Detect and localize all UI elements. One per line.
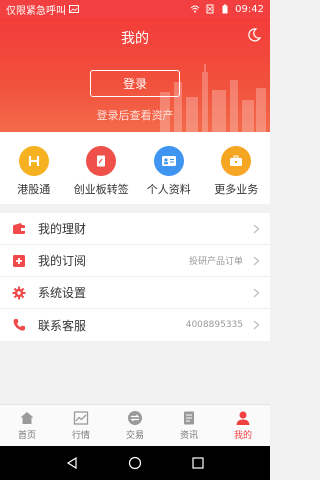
no-sim-icon (206, 4, 214, 14)
tab-label: 我的 (233, 431, 252, 441)
battery-icon (222, 4, 228, 14)
wallet-icon (13, 222, 25, 234)
menu-item-finance[interactable]: 我的理财 (0, 213, 270, 245)
tab-label: 交易 (125, 431, 144, 441)
chevron-right-icon (253, 288, 260, 297)
quick-action-gem-transfer[interactable]: 创业板转签 (68, 132, 136, 204)
menu-list: 我的理财 我的订阅 投研产品订单 系统设置 联系客服 4008895335 (0, 213, 270, 341)
tab-label: 资讯 (179, 431, 198, 441)
tab-home[interactable]: 首页 (0, 405, 54, 446)
quick-actions: 港股通 创业板转签 个人资料 更多业务 (0, 132, 270, 204)
night-mode-icon[interactable] (246, 27, 262, 43)
system-nav-bar (0, 446, 270, 480)
menu-item-settings[interactable]: 系统设置 (0, 277, 270, 309)
quick-action-profile[interactable]: 个人资料 (135, 132, 203, 204)
back-icon[interactable] (65, 456, 79, 470)
menu-item-extra: 投研产品订单 (188, 257, 243, 267)
status-text: 仅限紧急呼叫 (6, 5, 66, 17)
quick-action-label: 个人资料 (146, 183, 191, 196)
chevron-right-icon (253, 224, 260, 233)
quick-action-label: 更多业务 (214, 183, 259, 196)
tab-trade[interactable]: 交易 (108, 405, 162, 446)
news-icon (184, 411, 194, 425)
status-time: 09:42 (235, 3, 264, 15)
hk-connect-icon (18, 146, 49, 176)
recents-icon[interactable] (191, 456, 205, 470)
tab-mine[interactable]: 我的 (216, 405, 270, 446)
home-icon (20, 412, 34, 424)
tab-market[interactable]: 行情 (54, 405, 108, 446)
quick-action-label: 创业板转签 (73, 183, 129, 196)
exchange-icon (128, 411, 142, 425)
chevron-right-icon (253, 320, 260, 330)
wifi-icon (190, 5, 200, 13)
page-title: 我的 (121, 31, 149, 47)
image-icon (69, 5, 79, 13)
tab-news[interactable]: 资讯 (162, 405, 216, 446)
hotline-number: 4008895335 (185, 320, 243, 330)
menu-item-label: 我的订阅 (38, 254, 87, 268)
menu-item-label: 我的理财 (38, 222, 87, 236)
chevron-right-icon (253, 256, 260, 265)
tab-label: 首页 (17, 431, 36, 441)
menu-item-label: 联系客服 (38, 318, 87, 333)
bottom-tab-bar: 首页 行情 交易 资讯 我的 (0, 404, 270, 446)
document-icon (86, 146, 117, 176)
chart-icon (73, 411, 89, 425)
profile-header: 我的 登录 登录后查看资产 (0, 18, 270, 132)
quick-action-hk-connect[interactable]: 港股通 (0, 132, 68, 204)
plus-square-icon (13, 254, 25, 267)
login-hint: 登录后查看资产 (96, 109, 174, 122)
quick-action-more[interactable]: 更多业务 (203, 132, 271, 204)
login-button[interactable]: 登录 (90, 70, 180, 97)
menu-item-subscription[interactable]: 我的订阅 投研产品订单 (0, 245, 270, 277)
menu-item-customer-service[interactable]: 联系客服 4008895335 (0, 309, 270, 341)
status-bar: 仅限紧急呼叫 09:42 (0, 0, 270, 18)
menu-item-label: 系统设置 (38, 286, 87, 300)
id-card-icon (153, 146, 184, 176)
tab-label: 行情 (71, 431, 90, 441)
phone-icon (13, 319, 25, 331)
gear-icon (12, 286, 26, 299)
home-circle-icon[interactable] (128, 456, 142, 470)
user-icon (236, 411, 250, 425)
briefcase-icon (221, 146, 252, 176)
quick-action-label: 港股通 (17, 183, 51, 196)
